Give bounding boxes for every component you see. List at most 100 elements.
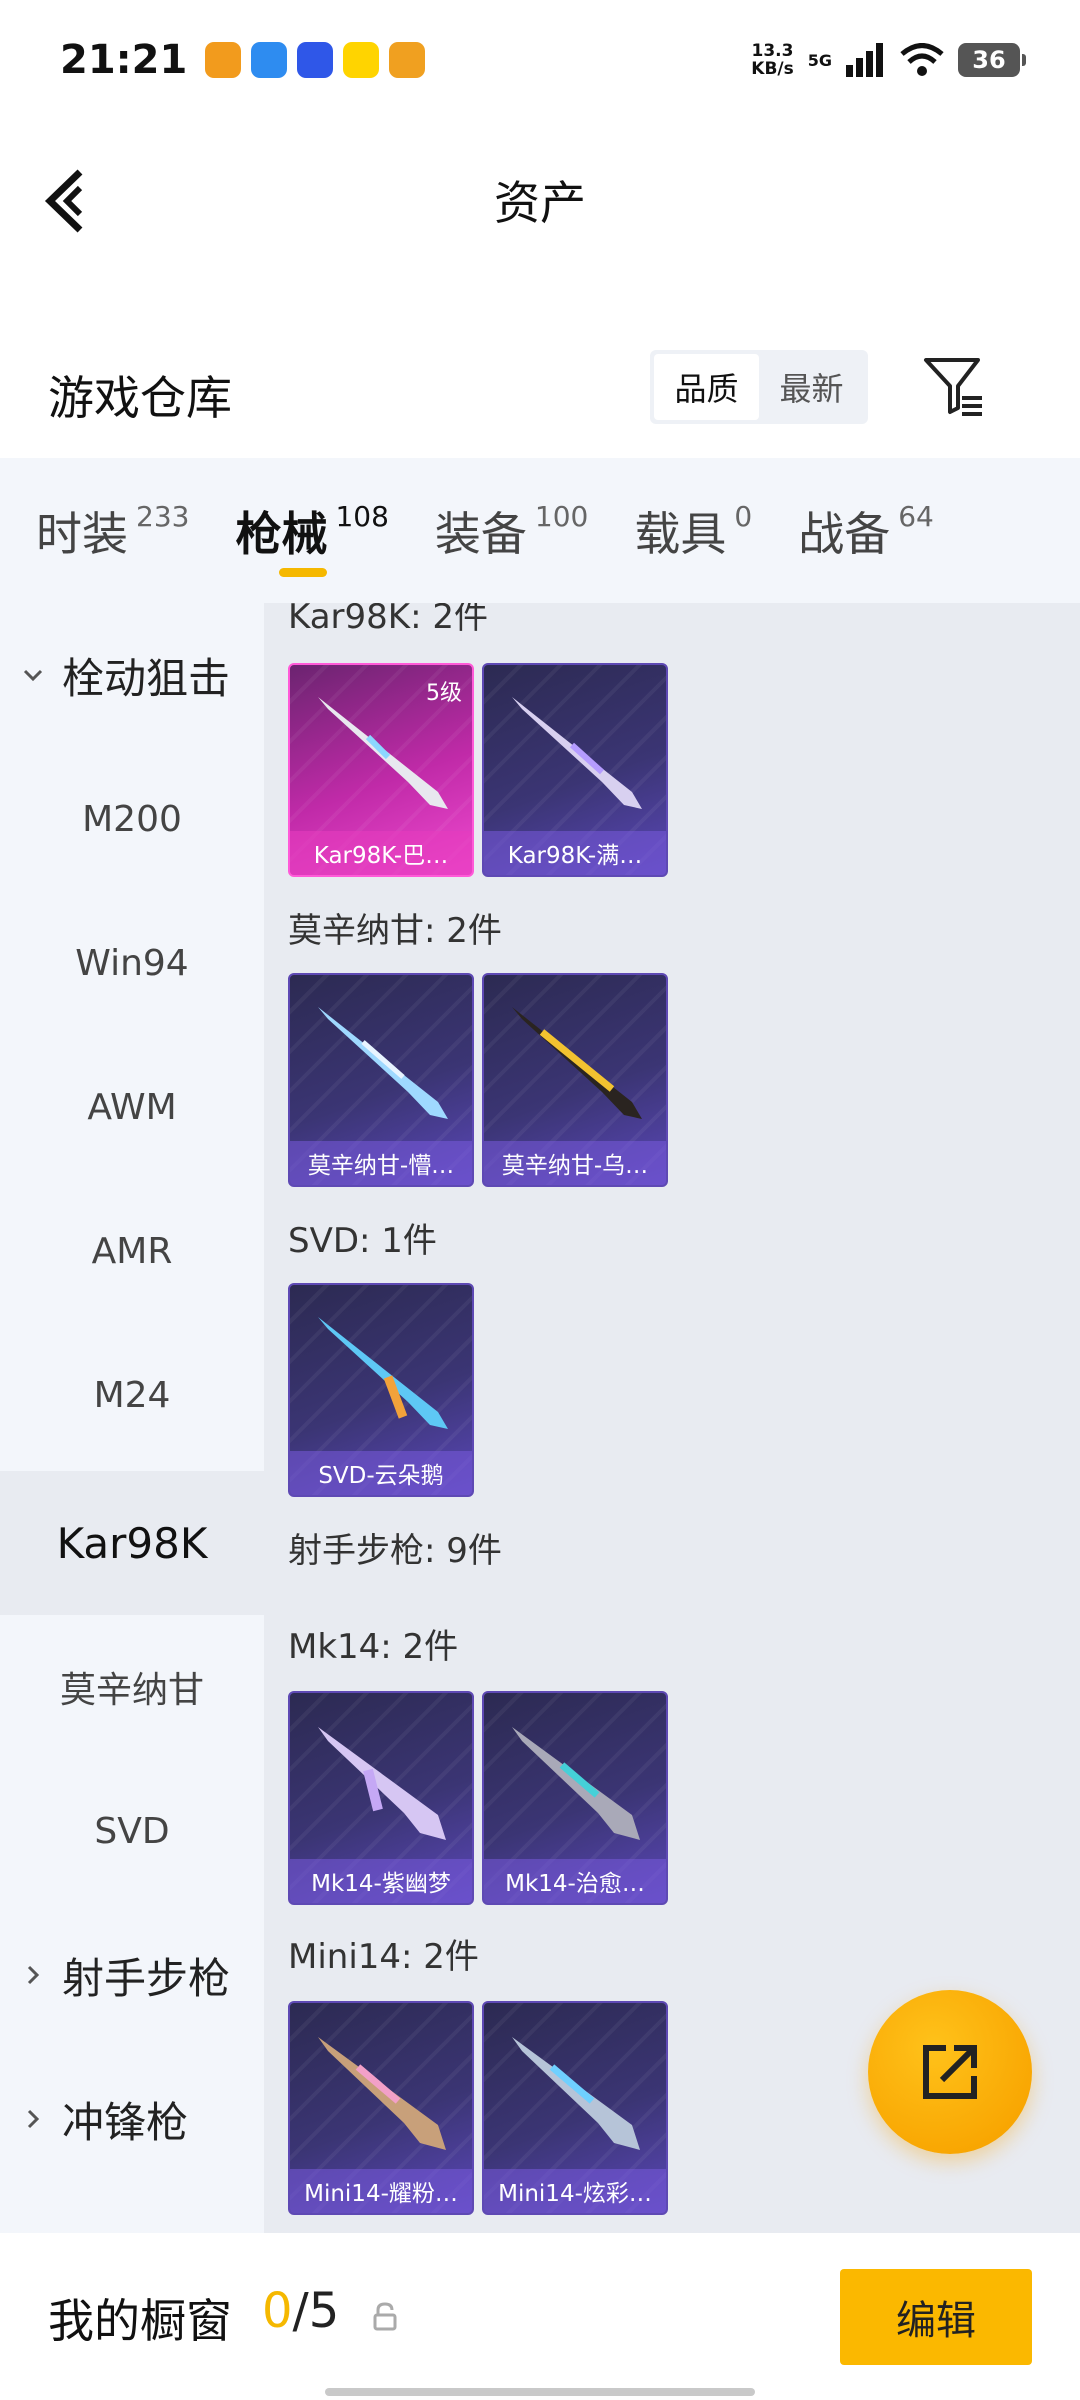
tab-supplies[interactable]: 战备 64	[798, 458, 934, 603]
share-button[interactable]	[868, 1990, 1032, 2154]
lock-icon	[373, 2302, 397, 2331]
net-speed-unit: KB/s	[751, 59, 794, 79]
weapon-card[interactable]: 莫辛纳甘-懵…	[288, 973, 474, 1187]
page-header: 资产	[0, 130, 1080, 270]
rifle-icon	[318, 1317, 448, 1429]
warehouse-row: 游戏仓库 品质 最新	[0, 330, 1080, 450]
filter-icon[interactable]	[922, 354, 986, 418]
weapon-card[interactable]: Mini14-炫彩…	[482, 2001, 668, 2215]
tab-vehicles[interactable]: 载具 0	[634, 458, 752, 603]
weapon-card[interactable]: Mini14-耀粉…	[288, 2001, 474, 2215]
tab-label: 时装	[36, 506, 128, 561]
status-bar: 21:21 13.3 KB/s 5G 36	[0, 0, 1080, 120]
weapon-grid: Kar98K: 2件 5级 Kar98K-巴… Kar98K-满… 莫辛纳甘: …	[264, 603, 1080, 2233]
rifle-icon	[318, 1727, 446, 1840]
notification-icons	[205, 42, 426, 78]
tab-count: 233	[136, 500, 190, 533]
sidebar-item-awm[interactable]: AWM	[0, 1035, 264, 1179]
chevron-right-icon	[27, 2109, 40, 2129]
edit-button[interactable]: 编辑	[840, 2269, 1032, 2365]
sidebar-item-label: 栓动狙击	[62, 653, 231, 703]
chevron-right-icon	[27, 1965, 40, 1985]
section-title: 射手步枪: 9件	[288, 1531, 502, 1571]
status-time: 21:21	[60, 37, 188, 83]
sidebar-item-svd[interactable]: SVD	[0, 1759, 264, 1903]
app-notification-icon	[205, 42, 242, 78]
share-icon	[923, 2045, 977, 2099]
tab-count: 108	[335, 500, 389, 533]
sidebar-item-kar98k[interactable]: Kar98K	[0, 1471, 264, 1615]
weapon-card-name: Mini14-耀粉…	[290, 2169, 472, 2213]
weapon-card-name: Kar98K-巴…	[290, 831, 472, 875]
rifle-icon	[512, 697, 642, 809]
network-type: 5G	[807, 50, 832, 70]
sidebar-item-label: 冲锋枪	[62, 2097, 189, 2147]
sort-quality-option[interactable]: 品质	[654, 354, 759, 420]
section-title: 莫辛纳甘: 2件	[288, 911, 502, 951]
active-tab-indicator	[279, 568, 328, 577]
section-title: Mk14: 2件	[288, 1627, 459, 1667]
tab-label: 载具	[634, 506, 727, 561]
weapon-card-name: 莫辛纳甘-乌…	[484, 1141, 666, 1185]
weapon-card[interactable]: SVD-云朵鹅	[288, 1283, 474, 1497]
showcase-total: /5	[292, 2283, 340, 2339]
tab-label: 战备	[798, 506, 891, 561]
home-indicator[interactable]	[325, 2388, 755, 2396]
weapon-card[interactable]: Mk14-紫幽梦	[288, 1691, 474, 1905]
sidebar-item-label: 射手步枪	[62, 1953, 231, 2003]
rifle-icon	[512, 2037, 640, 2150]
showcase-count: 0/5	[262, 2283, 339, 2339]
warehouse-title: 游戏仓库	[48, 371, 232, 425]
sidebar-item-m200[interactable]: M200	[0, 747, 264, 891]
app-notification-icon	[251, 42, 288, 78]
showcase-current: 0	[262, 2283, 293, 2339]
weapon-card-name: 莫辛纳甘-懵…	[290, 1141, 472, 1185]
section-title: Mini14: 2件	[288, 1937, 479, 1977]
app-notification-icon	[297, 42, 334, 78]
tab-label: 装备	[434, 506, 527, 561]
sidebar-item-m24[interactable]: M24	[0, 1323, 264, 1467]
tab-count: 100	[534, 500, 589, 533]
sidebar-item-mosin-nagant[interactable]: 莫辛纳甘	[0, 1615, 264, 1759]
app-notification-icon	[343, 42, 380, 78]
net-speed-value: 13.3	[751, 41, 794, 61]
weapon-card[interactable]: 5级 Kar98K-巴…	[288, 663, 474, 877]
tab-label: 枪械	[235, 506, 328, 561]
weapon-card-name: Mk14-治愈…	[484, 1859, 666, 1903]
showcase-label: 我的橱窗	[48, 2294, 232, 2348]
chevron-down-icon	[23, 669, 43, 682]
tab-count: 0	[734, 500, 753, 533]
weapon-card[interactable]: Mk14-治愈…	[482, 1691, 668, 1905]
wifi-icon	[900, 43, 944, 76]
weapon-card[interactable]: Kar98K-满…	[482, 663, 668, 877]
weapon-card[interactable]: 莫辛纳甘-乌…	[482, 973, 668, 1187]
battery-indicator: 36	[958, 43, 1026, 77]
tab-equipment[interactable]: 装备 100	[435, 458, 588, 603]
weapon-card-name: Mk14-紫幽梦	[290, 1859, 472, 1903]
tab-fashion[interactable]: 时装 233	[36, 458, 189, 603]
sidebar-group-marksman-rifle[interactable]: 射手步枪	[0, 1903, 264, 2047]
sidebar-group-bolt-action[interactable]: 栓动狙击	[0, 603, 264, 747]
level-badge: 5级	[426, 681, 462, 706]
sidebar-group-smg[interactable]: 冲锋枪	[0, 2047, 264, 2191]
net-speed: 13.3 KB/s	[751, 42, 793, 78]
sort-toggle: 品质 最新	[650, 350, 868, 424]
weapon-card-name: SVD-云朵鹅	[290, 1451, 472, 1495]
rifle-icon	[318, 2037, 446, 2150]
signal-icon	[846, 43, 883, 77]
rifle-icon	[512, 1007, 642, 1119]
page-title: 资产	[494, 176, 586, 230]
category-tabs: 时装 233 枪械 108 装备 100 载具 0 战备 64	[0, 458, 1080, 603]
back-arrow-icon[interactable]	[40, 166, 100, 236]
sidebar-item-win94[interactable]: Win94	[0, 891, 264, 1035]
weapon-sidebar: 栓动狙击 M200 Win94 AWM AMR M24 Kar98K 莫辛纳甘 …	[0, 603, 264, 2233]
rifle-icon	[318, 1007, 448, 1119]
sidebar-item-amr[interactable]: AMR	[0, 1179, 264, 1323]
tab-firearms[interactable]: 枪械 108	[235, 458, 389, 603]
rifle-icon	[512, 1727, 640, 1840]
weapon-card-name: Kar98K-满…	[484, 831, 666, 875]
tab-count: 64	[898, 500, 934, 533]
sort-newest-option[interactable]: 最新	[759, 354, 864, 420]
weapon-card-name: Mini14-炫彩…	[484, 2169, 666, 2213]
section-title: SVD: 1件	[288, 1221, 437, 1261]
